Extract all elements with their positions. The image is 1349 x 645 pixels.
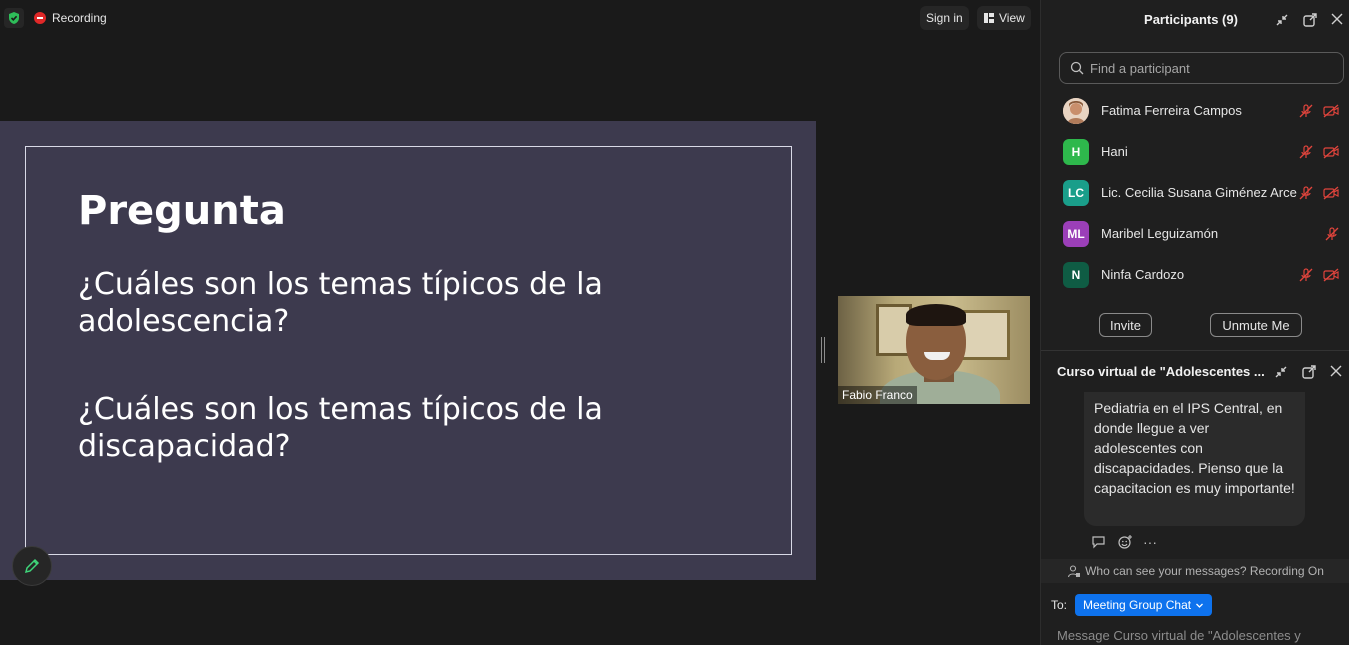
close-icon[interactable] xyxy=(1330,12,1344,26)
person-lock-icon xyxy=(1068,565,1081,578)
recording-label: Recording xyxy=(52,11,107,25)
avatar-initials: H xyxy=(1071,144,1081,159)
video-person-smile xyxy=(924,352,950,360)
panel-divider xyxy=(1041,350,1349,351)
recipient-dropdown[interactable]: Meeting Group Chat xyxy=(1075,594,1213,616)
emoji-reaction-icon[interactable] xyxy=(1117,534,1133,550)
recording-icon xyxy=(34,12,46,24)
collapse-icon[interactable] xyxy=(1273,364,1289,380)
participant-search[interactable] xyxy=(1059,52,1344,84)
participant-list: Fatima Ferreira Campos H Hani LC Lic. Ce… xyxy=(1041,90,1349,295)
avatar xyxy=(1063,97,1089,124)
side-panel: Participants (9) Fatima Ferreira Campos xyxy=(1040,0,1349,645)
message-actions: ··· xyxy=(1091,534,1157,550)
avatar: ML xyxy=(1063,220,1089,247)
participant-name: Lic. Cecilia Susana Giménez Arce xyxy=(1101,185,1297,200)
search-input[interactable] xyxy=(1090,60,1330,76)
recording-indicator[interactable]: Recording xyxy=(34,8,107,28)
participant-row[interactable]: N Ninfa Cardozo xyxy=(1041,254,1349,295)
avatar-initials: N xyxy=(1071,267,1081,282)
chat-title: Curso virtual de "Adolescentes ... xyxy=(1057,364,1265,379)
participant-row[interactable]: LC Lic. Cecilia Susana Giménez Arce xyxy=(1041,172,1349,213)
mic-muted-icon[interactable] xyxy=(1298,144,1314,160)
chat-header-actions xyxy=(1273,364,1343,380)
view-button[interactable]: View xyxy=(977,6,1031,30)
invite-label: Invite xyxy=(1109,317,1142,333)
participant-name: Ninfa Cardozo xyxy=(1101,267,1185,282)
unmute-me-button[interactable]: Unmute Me xyxy=(1210,313,1302,337)
collapse-icon[interactable] xyxy=(1274,12,1290,28)
avatar: LC xyxy=(1063,179,1089,206)
message-visibility-notice[interactable]: Who can see your messages? Recording On xyxy=(1041,559,1349,583)
annotate-button[interactable] xyxy=(12,546,52,586)
slide-title: Pregunta xyxy=(78,188,286,234)
recipient-label: Meeting Group Chat xyxy=(1083,598,1192,612)
security-shield-icon[interactable] xyxy=(4,8,24,28)
video-off-icon[interactable] xyxy=(1322,144,1340,160)
mic-muted-icon[interactable] xyxy=(1298,267,1314,283)
video-participant-name: Fabio Franco xyxy=(838,386,917,404)
resize-splitter[interactable] xyxy=(821,337,825,363)
video-person-hair xyxy=(906,304,966,326)
participant-row[interactable]: H Hani xyxy=(1041,131,1349,172)
pop-out-icon[interactable] xyxy=(1301,364,1317,380)
slide-question-1: ¿Cuáles son los temas típicos de la adol… xyxy=(78,267,603,339)
close-icon[interactable] xyxy=(1329,364,1343,378)
avatar: H xyxy=(1063,138,1089,165)
visibility-text: Who can see your messages? Recording On xyxy=(1085,564,1324,578)
reply-icon[interactable] xyxy=(1091,534,1107,550)
top-bar: Recording Sign in View xyxy=(0,0,1040,36)
search-icon xyxy=(1070,61,1084,75)
message-input[interactable]: Message Curso virtual de "Adolescentes y xyxy=(1057,628,1301,643)
participant-row[interactable]: ML Maribel Leguizamón xyxy=(1041,213,1349,254)
mic-muted-icon[interactable] xyxy=(1298,185,1314,201)
video-off-icon[interactable] xyxy=(1322,103,1340,119)
participant-name: Fatima Ferreira Campos xyxy=(1101,103,1242,118)
more-options-icon[interactable]: ··· xyxy=(1143,534,1157,550)
avatar-initials: ML xyxy=(1067,226,1085,241)
slide-question-2: ¿Cuáles son los temas típicos de la disc… xyxy=(78,392,603,464)
avatar-initials: LC xyxy=(1068,185,1084,200)
invite-button[interactable]: Invite xyxy=(1099,313,1152,337)
profile-photo-icon xyxy=(1063,97,1089,124)
pop-out-icon[interactable] xyxy=(1302,12,1318,28)
to-label: To: xyxy=(1051,598,1068,612)
participants-header-actions xyxy=(1274,12,1344,28)
participants-title: Participants (9) xyxy=(1144,12,1238,27)
avatar: N xyxy=(1063,261,1089,288)
participant-video-tile[interactable]: Fabio Franco xyxy=(838,296,1030,404)
chat-message-bubble: Pediatria en el IPS Central, en donde ll… xyxy=(1084,392,1305,526)
unmute-label: Unmute Me xyxy=(1222,317,1290,333)
view-grid-icon xyxy=(984,13,994,23)
pencil-icon xyxy=(24,558,40,574)
participant-name: Hani xyxy=(1101,144,1128,159)
chevron-down-icon xyxy=(1196,603,1204,608)
participants-header: Participants (9) xyxy=(1041,0,1349,40)
video-off-icon[interactable] xyxy=(1322,185,1340,201)
mic-muted-icon[interactable] xyxy=(1324,226,1340,242)
sign-in-button[interactable]: Sign in xyxy=(920,6,969,30)
video-off-icon[interactable] xyxy=(1322,267,1340,283)
view-label: View xyxy=(999,11,1025,25)
zoom-meeting-window: Recording Sign in View Pregunta ¿Cuáles … xyxy=(0,0,1349,645)
participant-name: Maribel Leguizamón xyxy=(1101,226,1219,241)
participant-row[interactable]: Fatima Ferreira Campos xyxy=(1041,90,1349,131)
mic-muted-icon[interactable] xyxy=(1298,103,1314,119)
recipient-row: To: Meeting Group Chat xyxy=(1051,594,1213,616)
sign-in-label: Sign in xyxy=(926,11,963,25)
